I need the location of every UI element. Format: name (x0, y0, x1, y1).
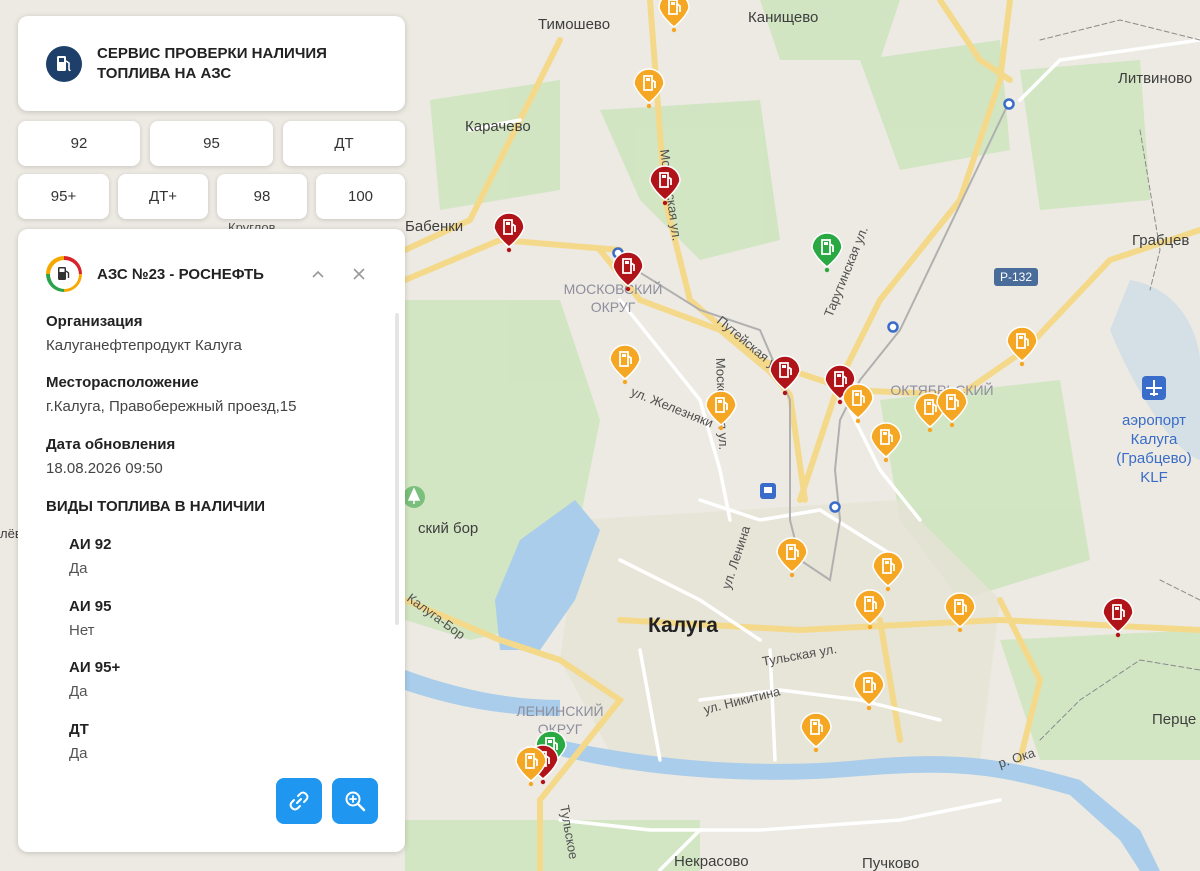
label-grabtsevo: Грабцев (1132, 232, 1189, 249)
label-moskovsky: МОСКОВСКИЙ (564, 280, 663, 297)
location-value: г.Калуга, Правобережный проезд,15 (46, 398, 297, 415)
filter-95plus-button[interactable]: 95+ (18, 174, 109, 219)
zoom-to-station-button[interactable] (332, 778, 378, 824)
filter-dt-button[interactable]: ДТ (283, 121, 405, 166)
label-airport-3: (Грабцево) (1116, 450, 1191, 467)
date-value: 18.08.2026 09:50 (46, 460, 163, 477)
label-airport-2: Калуга (1131, 431, 1178, 448)
date-label: Дата обновления (46, 436, 176, 453)
filter-dtplus-button[interactable]: ДТ+ (118, 174, 208, 219)
label-litvinovo: Литвиново (1118, 70, 1192, 87)
bus-station-icon (760, 483, 776, 499)
chevron-up-icon (312, 270, 324, 278)
station-brand-logo (46, 256, 82, 292)
org-value: Калуганефтепродукт Калуга (46, 337, 242, 354)
fuels-heading: ВИДЫ ТОПЛИВА В НАЛИЧИИ (46, 498, 266, 515)
label-airport-1: аэропорт (1122, 412, 1186, 429)
fuel-pump-icon (58, 267, 70, 280)
collapse-button[interactable] (306, 256, 330, 292)
app-title: СЕРВИС ПРОВЕРКИ НАЛИЧИЯ ТОПЛИВА НА АЗС (97, 44, 327, 82)
label-leninsky: ЛЕНИНСКИЙ (516, 702, 603, 719)
link-button[interactable] (276, 778, 322, 824)
location-label: Месторасположение (46, 374, 199, 391)
label-pertsevo: Перце (1152, 711, 1196, 728)
airport-icon (1142, 376, 1166, 400)
fuel-name-ai95: АИ 95 (69, 598, 112, 615)
filter-92-button[interactable]: 92 (18, 121, 140, 166)
fuel-name-dt: ДТ (69, 721, 89, 738)
filter-95-button[interactable]: 95 (150, 121, 273, 166)
fuel-status-dt: Да (69, 745, 88, 762)
station-title: АЗС №23 - РОСНЕФТЬ (97, 265, 264, 283)
fuel-status-ai95plus: Да (69, 683, 88, 700)
label-bor: ский бор (418, 520, 478, 537)
label-kanishchevo: Канищево (748, 9, 818, 26)
org-label: Организация (46, 313, 143, 330)
label-airport-4: KLF (1140, 469, 1168, 486)
road-shield-r132: Р-132 (994, 268, 1038, 286)
filter-100-button[interactable]: 100 (316, 174, 405, 219)
label-kaluga: Калуга (648, 614, 718, 637)
label-okrug-1: ОКРУГ (591, 299, 636, 315)
park-icon (403, 486, 425, 508)
close-icon (353, 268, 365, 280)
label-babenki: Бабенки (405, 218, 463, 235)
station-info-panel: АЗС №23 - РОСНЕФТЬ Организация Калуганеф… (18, 229, 405, 852)
svg-text:Р-132: Р-132 (1000, 270, 1032, 284)
filter-98-button[interactable]: 98 (217, 174, 307, 219)
fuel-name-ai92: АИ 92 (69, 536, 112, 553)
fuel-name-ai95plus: АИ 95+ (69, 659, 121, 676)
panel-scrollbar[interactable] (395, 313, 399, 625)
close-button[interactable] (347, 256, 371, 292)
app-header: СЕРВИС ПРОВЕРКИ НАЛИЧИЯ ТОПЛИВА НА АЗС (18, 16, 405, 111)
link-icon (289, 791, 309, 811)
label-karachevo: Карачево (465, 118, 531, 135)
fuel-pump-icon (46, 45, 82, 82)
label-puchkovo: Пучково (862, 855, 919, 871)
fuel-status-ai95: Нет (69, 622, 95, 639)
label-nekrasovo: Некрасово (674, 853, 749, 870)
label-timoshevo: Тимошево (538, 16, 610, 33)
station-header: АЗС №23 - РОСНЕФТЬ (46, 256, 376, 292)
map-urban (560, 500, 1000, 770)
fuel-status-ai92: Да (69, 560, 88, 577)
zoom-in-icon (345, 791, 366, 812)
